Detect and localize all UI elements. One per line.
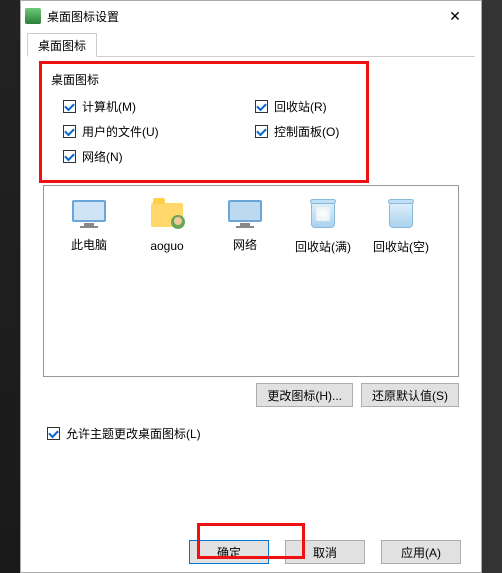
checkbox-icon bbox=[63, 125, 76, 138]
checkbox-icon bbox=[63, 150, 76, 163]
check-label: 控制面板(O) bbox=[274, 123, 339, 140]
close-button[interactable]: ✕ bbox=[433, 2, 477, 30]
preview-label: aoguo bbox=[128, 239, 206, 253]
app-icon bbox=[25, 8, 41, 24]
check-label: 用户的文件(U) bbox=[82, 123, 159, 140]
restore-default-button[interactable]: 还原默认值(S) bbox=[361, 383, 459, 407]
group-label: 桌面图标 bbox=[51, 71, 467, 88]
allow-theme-label: 允许主题更改桌面图标(L) bbox=[66, 425, 201, 442]
preview-label: 回收站(满) bbox=[284, 238, 362, 255]
checkbox-icon bbox=[255, 125, 268, 138]
ok-button[interactable]: 确定 bbox=[189, 540, 269, 564]
check-network[interactable]: 网络(N) bbox=[63, 148, 255, 165]
tab-desktop-icons[interactable]: 桌面图标 bbox=[27, 33, 97, 57]
tab-strip: 桌面图标 bbox=[27, 33, 475, 57]
desktop-icons-group: 桌面图标 计算机(M) 回收站(R) 用户的文件(U) 控制 bbox=[35, 71, 467, 169]
check-user-files[interactable]: 用户的文件(U) bbox=[63, 123, 255, 140]
preview-user-folder[interactable]: aoguo bbox=[128, 200, 206, 253]
titlebar: 桌面图标设置 ✕ bbox=[21, 1, 481, 31]
dialog-footer: 确定 取消 应用(A) bbox=[21, 540, 481, 564]
check-computer[interactable]: 计算机(M) bbox=[63, 98, 255, 115]
desktop-strip bbox=[0, 0, 20, 573]
checkbox-icon bbox=[63, 100, 76, 113]
recycle-bin-full-icon bbox=[305, 202, 341, 232]
icon-preview-pane: 此电脑 aoguo 网络 回收站(满) bbox=[43, 185, 459, 377]
preview-recycle-full[interactable]: 回收站(满) bbox=[284, 200, 362, 255]
preview-this-pc[interactable]: 此电脑 bbox=[50, 200, 128, 253]
check-label: 回收站(R) bbox=[274, 98, 327, 115]
check-recycle-bin[interactable]: 回收站(R) bbox=[255, 98, 327, 115]
window-title: 桌面图标设置 bbox=[47, 8, 433, 25]
network-icon bbox=[227, 200, 263, 230]
change-icon-button[interactable]: 更改图标(H)... bbox=[256, 383, 353, 407]
preview-label: 此电脑 bbox=[50, 236, 128, 253]
preview-label: 网络 bbox=[206, 236, 284, 253]
checkbox-icon bbox=[47, 427, 60, 440]
cancel-button[interactable]: 取消 bbox=[285, 540, 365, 564]
recycle-bin-empty-icon bbox=[383, 202, 419, 232]
desktop-icon-settings-dialog: 桌面图标设置 ✕ 桌面图标 桌面图标 计算机(M) 回收站(R) bbox=[20, 0, 482, 573]
computer-icon bbox=[71, 200, 107, 230]
preview-label: 回收站(空) bbox=[362, 238, 440, 255]
preview-recycle-empty[interactable]: 回收站(空) bbox=[362, 200, 440, 255]
apply-button[interactable]: 应用(A) bbox=[381, 540, 461, 564]
checkbox-icon bbox=[255, 100, 268, 113]
check-label: 计算机(M) bbox=[82, 98, 136, 115]
preview-network[interactable]: 网络 bbox=[206, 200, 284, 253]
check-label: 网络(N) bbox=[82, 148, 123, 165]
allow-theme-checkbox[interactable]: 允许主题更改桌面图标(L) bbox=[47, 425, 475, 442]
check-control-panel[interactable]: 控制面板(O) bbox=[255, 123, 339, 140]
user-folder-icon bbox=[149, 203, 185, 233]
